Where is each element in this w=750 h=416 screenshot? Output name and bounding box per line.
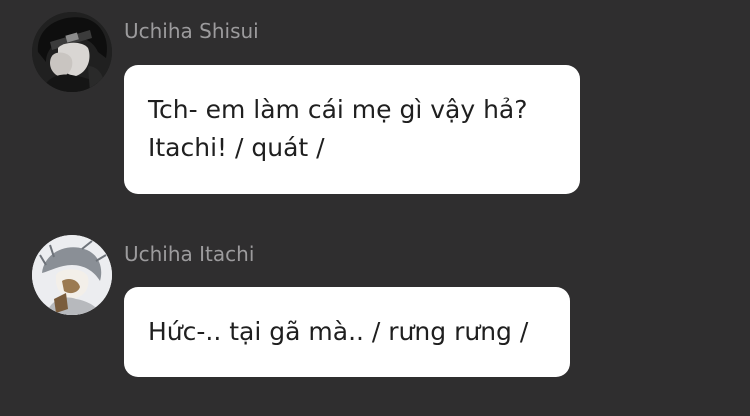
message-text: Hức-.. tại gã mà.. / rưng rưng / <box>148 317 529 346</box>
message-text: Tch- em làm cái mẹ gì vậy hả? <box>148 95 528 124</box>
sender-name: Uchiha Shisui <box>124 19 259 43</box>
sender-name: Uchiha Itachi <box>124 242 255 266</box>
chat-thread: Uchiha Shisui Tch- em làm cái mẹ gì vậy … <box>0 0 750 416</box>
chat-message: Uchiha Shisui Tch- em làm cái mẹ gì vậy … <box>0 0 750 200</box>
message-bubble: Hức-.. tại gã mà.. / rưng rưng / <box>124 287 570 377</box>
user-avatar-icon <box>32 12 112 92</box>
avatar[interactable] <box>32 12 112 92</box>
message-text: Itachi! / quát / <box>148 133 325 162</box>
avatar[interactable] <box>32 235 112 315</box>
chat-message: Uchiha Itachi Hức-.. tại gã mà.. / rưng … <box>0 222 750 416</box>
user-avatar-icon <box>32 235 112 315</box>
message-bubble: Tch- em làm cái mẹ gì vậy hả? Itachi! / … <box>124 65 580 194</box>
